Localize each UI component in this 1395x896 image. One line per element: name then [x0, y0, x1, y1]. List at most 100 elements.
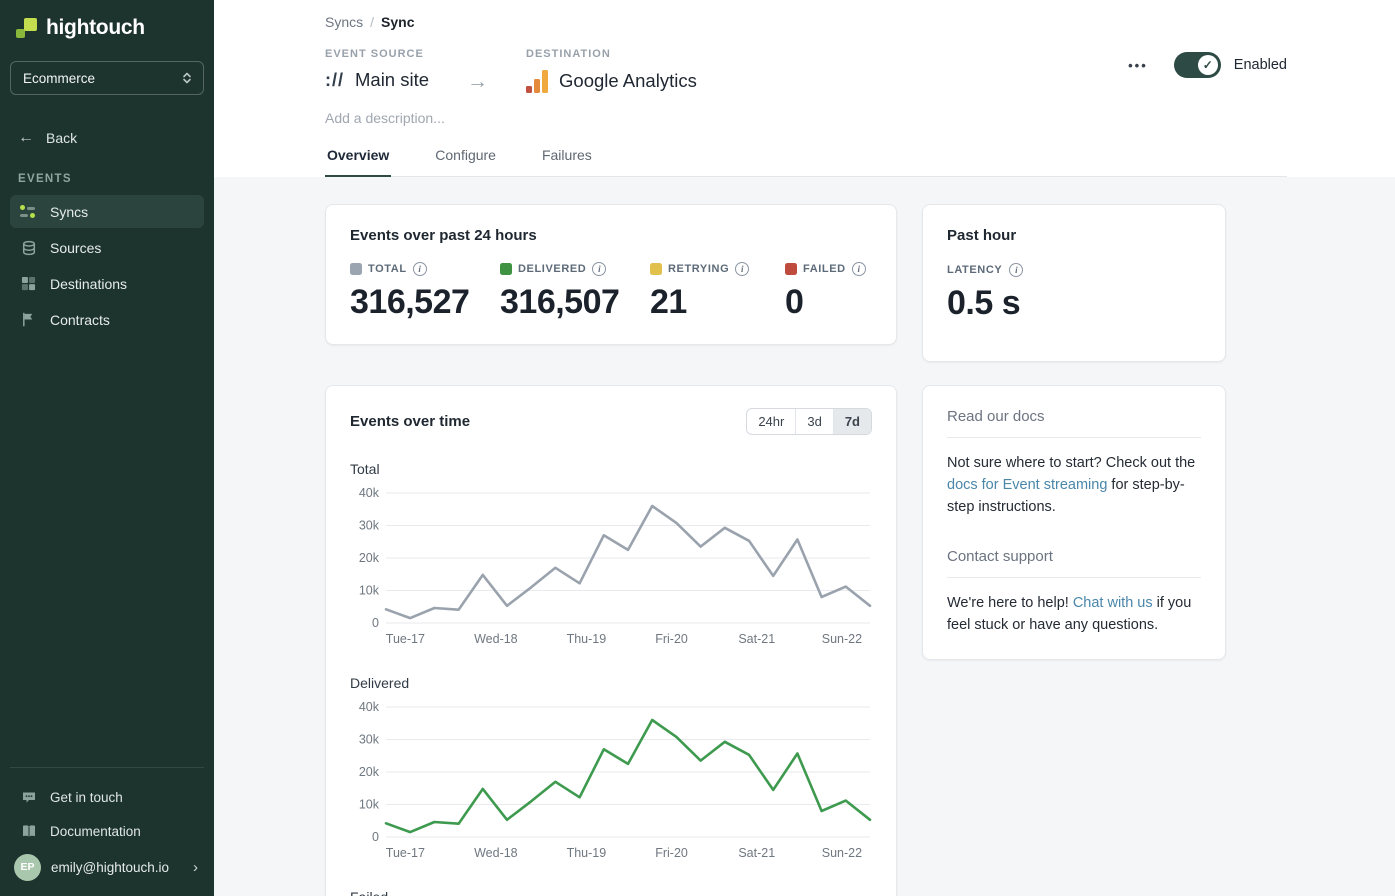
- tab-overview[interactable]: Overview: [325, 147, 391, 176]
- retrying-swatch: [650, 263, 662, 275]
- total-swatch: [350, 263, 362, 275]
- info-icon[interactable]: i: [592, 262, 606, 276]
- footer-item-label: Get in touch: [50, 790, 123, 805]
- chat-with-us-link[interactable]: Chat with us: [1073, 595, 1153, 611]
- read-docs-section: Read our docs Not sure where to start? C…: [947, 408, 1201, 518]
- failed-chart-block: Failed 010k20k30k40kTue-17Wed-18Thu-19Fr…: [350, 889, 872, 896]
- svg-text:Sat-21: Sat-21: [738, 846, 775, 860]
- total-line-chart: 010k20k30k40kTue-17Wed-18Thu-19Fri-20Sat…: [350, 485, 874, 649]
- account-menu[interactable]: EP emily@hightouch.io ›: [10, 848, 204, 886]
- stat-label: FAILED: [803, 263, 846, 275]
- range-3d-button[interactable]: 3d: [795, 409, 832, 434]
- stat-label: RETRYING: [668, 263, 729, 275]
- info-icon[interactable]: i: [852, 262, 866, 276]
- svg-text:Wed-18: Wed-18: [474, 846, 518, 860]
- stat-total: TOTAL i 316,527: [350, 262, 500, 322]
- stat-failed: FAILED i 0: [785, 262, 872, 322]
- get-in-touch-link[interactable]: Get in touch: [10, 780, 204, 814]
- event-source-block: EVENT SOURCE :// Main site: [325, 48, 429, 91]
- hightouch-logo-text: hightouch: [46, 16, 145, 40]
- svg-text:30k: 30k: [359, 733, 380, 747]
- hightouch-logo-icon: [16, 18, 37, 39]
- event-source-name-row[interactable]: :// Main site: [325, 69, 429, 91]
- svg-text:10k: 10k: [359, 798, 380, 812]
- svg-text:Tue-17: Tue-17: [386, 632, 425, 646]
- svg-text:Sun-22: Sun-22: [822, 632, 862, 646]
- latency-label: LATENCY: [947, 264, 1002, 276]
- latency-value: 0.5 s: [947, 284, 1201, 323]
- contact-support-section: Contact support We're here to help! Chat…: [947, 548, 1201, 637]
- svg-text:Sun-22: Sun-22: [822, 846, 862, 860]
- event-source-label: EVENT SOURCE: [325, 48, 429, 60]
- book-icon: [20, 823, 37, 840]
- breadcrumb: Syncs / Sync: [325, 14, 1287, 30]
- workspace-selector[interactable]: Ecommerce: [10, 61, 204, 95]
- svg-text:10k: 10k: [359, 584, 380, 598]
- failed-chart-label: Failed: [350, 889, 872, 896]
- database-icon: [20, 239, 37, 256]
- svg-text:20k: 20k: [359, 765, 380, 779]
- app-root: hightouch Ecommerce ← Back EVENTS Syncs …: [0, 0, 1395, 896]
- svg-text:0: 0: [372, 616, 379, 630]
- sidebar-item-label: Syncs: [50, 204, 88, 220]
- more-options-button[interactable]: •••: [1128, 58, 1148, 73]
- sidebar-item-sources[interactable]: Sources: [10, 231, 204, 264]
- svg-text:Tue-17: Tue-17: [386, 846, 425, 860]
- enabled-toggle[interactable]: ✓: [1174, 52, 1221, 78]
- breadcrumb-separator: /: [370, 14, 374, 30]
- description-field[interactable]: Add a description...: [325, 110, 1287, 126]
- docs-support-card: Read our docs Not sure where to start? C…: [922, 385, 1226, 660]
- sidebar-item-contracts[interactable]: Contracts: [10, 303, 204, 336]
- range-7d-button[interactable]: 7d: [833, 409, 871, 434]
- tab-configure[interactable]: Configure: [433, 147, 498, 176]
- documentation-link[interactable]: Documentation: [10, 814, 204, 848]
- range-24hr-button[interactable]: 24hr: [747, 409, 795, 434]
- hightouch-logo: hightouch: [10, 14, 204, 40]
- page-header: Syncs / Sync EVENT SOURCE :// Main site …: [214, 0, 1395, 177]
- avatar: EP: [14, 854, 41, 881]
- svg-text:Wed-18: Wed-18: [474, 632, 518, 646]
- breadcrumb-parent[interactable]: Syncs: [325, 14, 363, 30]
- svg-text:40k: 40k: [359, 700, 380, 714]
- account-email: emily@hightouch.io: [51, 860, 183, 875]
- arrow-left-icon: ←: [18, 129, 34, 147]
- workspace-name: Ecommerce: [23, 71, 95, 86]
- tab-failures[interactable]: Failures: [540, 147, 594, 176]
- event-streaming-docs-link[interactable]: docs for Event streaming: [947, 477, 1107, 493]
- delivered-line-chart: 010k20k30k40kTue-17Wed-18Thu-19Fri-20Sat…: [350, 699, 874, 863]
- delivered-chart-label: Delivered: [350, 675, 872, 691]
- grid-icon: [20, 275, 37, 292]
- read-docs-text: Not sure where to start? Check out the d…: [947, 453, 1201, 518]
- main-area: Syncs / Sync EVENT SOURCE :// Main site …: [214, 0, 1395, 896]
- check-icon: ✓: [1198, 55, 1218, 75]
- svg-text:20k: 20k: [359, 551, 380, 565]
- sidebar-item-destinations[interactable]: Destinations: [10, 267, 204, 300]
- svg-text:Thu-19: Thu-19: [567, 632, 607, 646]
- enabled-label: Enabled: [1234, 57, 1287, 73]
- info-icon[interactable]: i: [735, 262, 749, 276]
- divider: [947, 577, 1201, 578]
- sidebar-item-syncs[interactable]: Syncs: [10, 195, 204, 228]
- docs-text-part: Not sure where to start? Check out the: [947, 455, 1195, 471]
- google-analytics-icon: [526, 69, 548, 93]
- total-value: 316,527: [350, 283, 500, 322]
- chevron-updown-icon: [181, 71, 193, 85]
- delivered-value: 316,507: [500, 283, 650, 322]
- svg-text:0: 0: [372, 830, 379, 844]
- arrow-right-icon: →: [467, 70, 488, 94]
- past-hour-card: Past hour LATENCY i 0.5 s: [922, 204, 1226, 362]
- stat-label: TOTAL: [368, 263, 407, 275]
- syncs-icon: [20, 203, 37, 220]
- svg-text:Fri-20: Fri-20: [655, 632, 688, 646]
- info-icon[interactable]: i: [413, 262, 427, 276]
- destination-name: Google Analytics: [559, 70, 697, 92]
- events-24h-title: Events over past 24 hours: [350, 227, 872, 244]
- footer-item-label: Documentation: [50, 824, 141, 839]
- events-over-time-title: Events over time: [350, 413, 470, 430]
- back-button[interactable]: ← Back: [18, 129, 204, 147]
- info-icon[interactable]: i: [1009, 263, 1023, 277]
- destination-name-row[interactable]: Google Analytics: [526, 69, 697, 93]
- sidebar: hightouch Ecommerce ← Back EVENTS Syncs …: [0, 0, 214, 896]
- back-label: Back: [46, 130, 77, 146]
- events-over-time-card: Events over time 24hr 3d 7d Total 010k20…: [325, 385, 897, 896]
